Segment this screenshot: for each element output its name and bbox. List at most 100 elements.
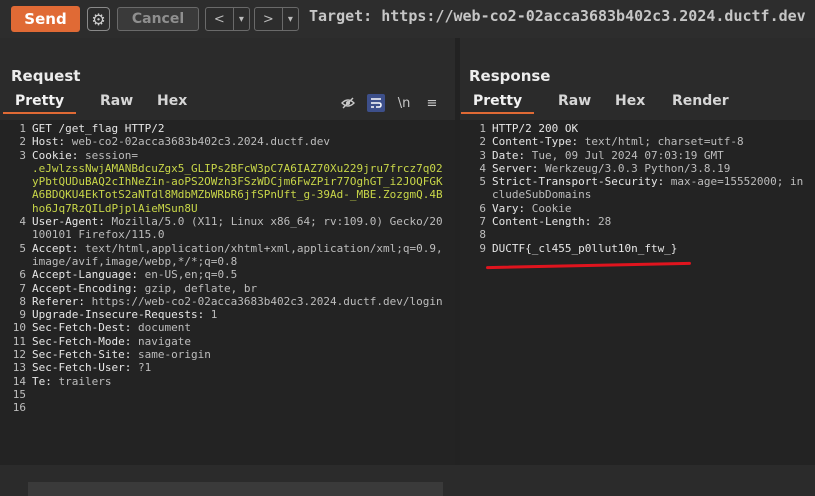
- code-line: Accept: text/html,application/xhtml+xml,…: [32, 242, 449, 269]
- line-number: 9: [479, 241, 486, 255]
- response-editor[interactable]: 12345 6789 HTTP/2 200 OK Content-Type: tex…: [460, 120, 815, 465]
- gear-icon[interactable]: ⚙: [87, 7, 110, 31]
- code-line: Strict-Transport-Security: max-age=15552…: [492, 175, 807, 202]
- header-value: Cookie: [525, 201, 572, 215]
- request-tab-hex[interactable]: Hex: [157, 93, 187, 109]
- wrap-icon[interactable]: [367, 94, 385, 112]
- code-line: Server: Werkzeug/3.0.3 Python/3.8.19: [492, 162, 807, 175]
- code-line: .eJwlzssNwjAMANBdcuZgx5_GLIPs2BFcW3pC7A6…: [32, 162, 449, 215]
- response-tab-hex[interactable]: Hex: [615, 93, 645, 109]
- line-number: 2: [479, 135, 486, 149]
- code-line: HTTP/2 200 OK: [492, 122, 807, 135]
- code-line: Referer: https://web-co2-02acca3683b402c…: [32, 295, 449, 308]
- line-number: 13: [12, 361, 26, 375]
- request-editor[interactable]: 1 2 3 4 5 6 7 8 9 10 11 12 13 14 15 16 GET /get_flag HT…: [0, 120, 455, 496]
- code-line: Vary: Cookie: [492, 202, 807, 215]
- header-name: Date:: [492, 148, 526, 162]
- line-number: 4: [19, 215, 26, 229]
- code-line: Content-Type: text/html; charset=utf-8: [492, 135, 807, 148]
- back-nav-group: < ▾: [205, 7, 250, 31]
- forward-dropdown-icon[interactable]: ▾: [283, 8, 298, 30]
- send-button[interactable]: Send: [11, 6, 80, 32]
- line-number: 9: [19, 308, 26, 322]
- line-number: 7: [19, 281, 26, 295]
- back-button[interactable]: <: [206, 8, 234, 30]
- request-code: GET /get_flag HTTP/2 Host: web-co2-02acca…: [32, 122, 449, 415]
- response-line-numbers: 12345 6789: [460, 122, 486, 255]
- header-value: https://web-co2-02acca3683b402c3.2024.du…: [84, 294, 443, 308]
- line-number: 3: [479, 148, 486, 162]
- code-line: Accept-Language: en-US,en;q=0.5: [32, 268, 449, 281]
- response-tabs: Pretty Raw Hex Render: [460, 91, 815, 115]
- header-name: Accept-Language:: [32, 268, 138, 282]
- header-value: session=: [78, 148, 138, 162]
- header-name: Referer:: [32, 294, 85, 308]
- line-number: 7: [479, 215, 486, 229]
- code-line: Sec-Fetch-Site: same-origin: [32, 348, 449, 361]
- cancel-button[interactable]: Cancel: [117, 7, 199, 31]
- header-name: HTTP/2 200 OK: [492, 122, 579, 135]
- line-number: 11: [12, 334, 26, 348]
- line-number: 8: [479, 228, 486, 242]
- header-name: Te:: [32, 374, 52, 388]
- line-number: 16: [12, 401, 26, 415]
- header-value: web-co2-02acca3683b402c3.2024.ductf.dev: [65, 135, 331, 149]
- line-number: 10: [12, 321, 26, 335]
- code-line: Upgrade-Insecure-Requests: 1: [32, 308, 449, 321]
- header-name: Sec-Fetch-Site:: [32, 348, 132, 362]
- request-title: Request: [11, 67, 81, 85]
- request-pane: Request Pretty Raw Hex \n ≡ 1 2 3 4 5 6 7 8 9 10 1…: [0, 38, 455, 496]
- response-tab-pretty[interactable]: Pretty: [460, 93, 535, 114]
- forward-button[interactable]: >: [255, 8, 283, 30]
- header-value: trailers: [51, 374, 112, 388]
- code-line: DUCTF{_cl455_p0llut10n_ftw_}: [492, 242, 807, 255]
- cookie-value: .eJwlzssNwjAMANBdcuZgx5_GLIPs2BFcW3pC7A6…: [32, 161, 443, 215]
- menu-icon[interactable]: ≡: [423, 94, 441, 112]
- newline-icon[interactable]: \n: [395, 94, 413, 112]
- target-url[interactable]: Target: https://web-co2-02acca3683b402c3…: [309, 7, 806, 25]
- line-number: 15: [12, 387, 26, 401]
- response-tab-raw[interactable]: Raw: [558, 93, 591, 109]
- header-name: DUCTF{_cl455_p0llut10n_ftw_}: [492, 241, 678, 255]
- toolbar: Send ⚙ Cancel < ▾ > ▾ Target: https://we…: [0, 0, 815, 38]
- header-name: Content-Length:: [492, 215, 592, 229]
- code-line: Sec-Fetch-User: ?1: [32, 361, 449, 374]
- line-number: 12: [12, 348, 26, 362]
- response-title: Response: [469, 67, 551, 85]
- header-value: 28: [591, 215, 612, 229]
- request-tab-pretty[interactable]: Pretty: [2, 93, 77, 114]
- header-value: en-US,en;q=0.5: [137, 268, 238, 282]
- code-line: GET /get_flag HTTP/2: [32, 122, 449, 135]
- header-value: text/html; charset=utf-8: [578, 135, 744, 149]
- line-number: 5: [479, 175, 486, 189]
- current-line-highlight: [28, 482, 443, 496]
- header-name: Strict-Transport-Security:: [492, 175, 665, 189]
- header-value: same-origin: [131, 348, 211, 362]
- line-number: 4: [479, 161, 486, 175]
- line-number: 5: [19, 241, 26, 255]
- header-value: text/html,application/xhtml+xml,applicat…: [32, 241, 443, 268]
- header-value: Werkzeug/3.0.3 Python/3.8.19: [538, 161, 731, 175]
- header-value: document: [131, 321, 191, 335]
- code-line: Host: web-co2-02acca3683b402c3.2024.duct…: [32, 135, 449, 148]
- header-value: gzip, deflate, br: [137, 281, 258, 295]
- header-name: Accept:: [32, 241, 79, 255]
- header-name: Content-Type:: [492, 135, 579, 149]
- header-value: Tue, 09 Jul 2024 07:03:19 GMT: [525, 148, 724, 162]
- response-code: HTTP/2 200 OK Content-Type: text/html; ch…: [492, 122, 807, 255]
- header-name: Accept-Encoding:: [32, 281, 138, 295]
- line-number: 1: [19, 122, 26, 135]
- request-tab-raw[interactable]: Raw: [100, 93, 133, 109]
- line-number: 6: [479, 201, 486, 215]
- eye-off-icon[interactable]: [339, 94, 357, 112]
- header-name: Sec-Fetch-User:: [32, 361, 132, 375]
- header-name: Server:: [492, 161, 539, 175]
- request-editor-icons: \n ≡: [339, 94, 441, 112]
- header-name: User-Agent:: [32, 215, 105, 229]
- back-dropdown-icon[interactable]: ▾: [234, 8, 249, 30]
- response-tab-render[interactable]: Render: [672, 93, 729, 109]
- line-number: [0, 162, 26, 215]
